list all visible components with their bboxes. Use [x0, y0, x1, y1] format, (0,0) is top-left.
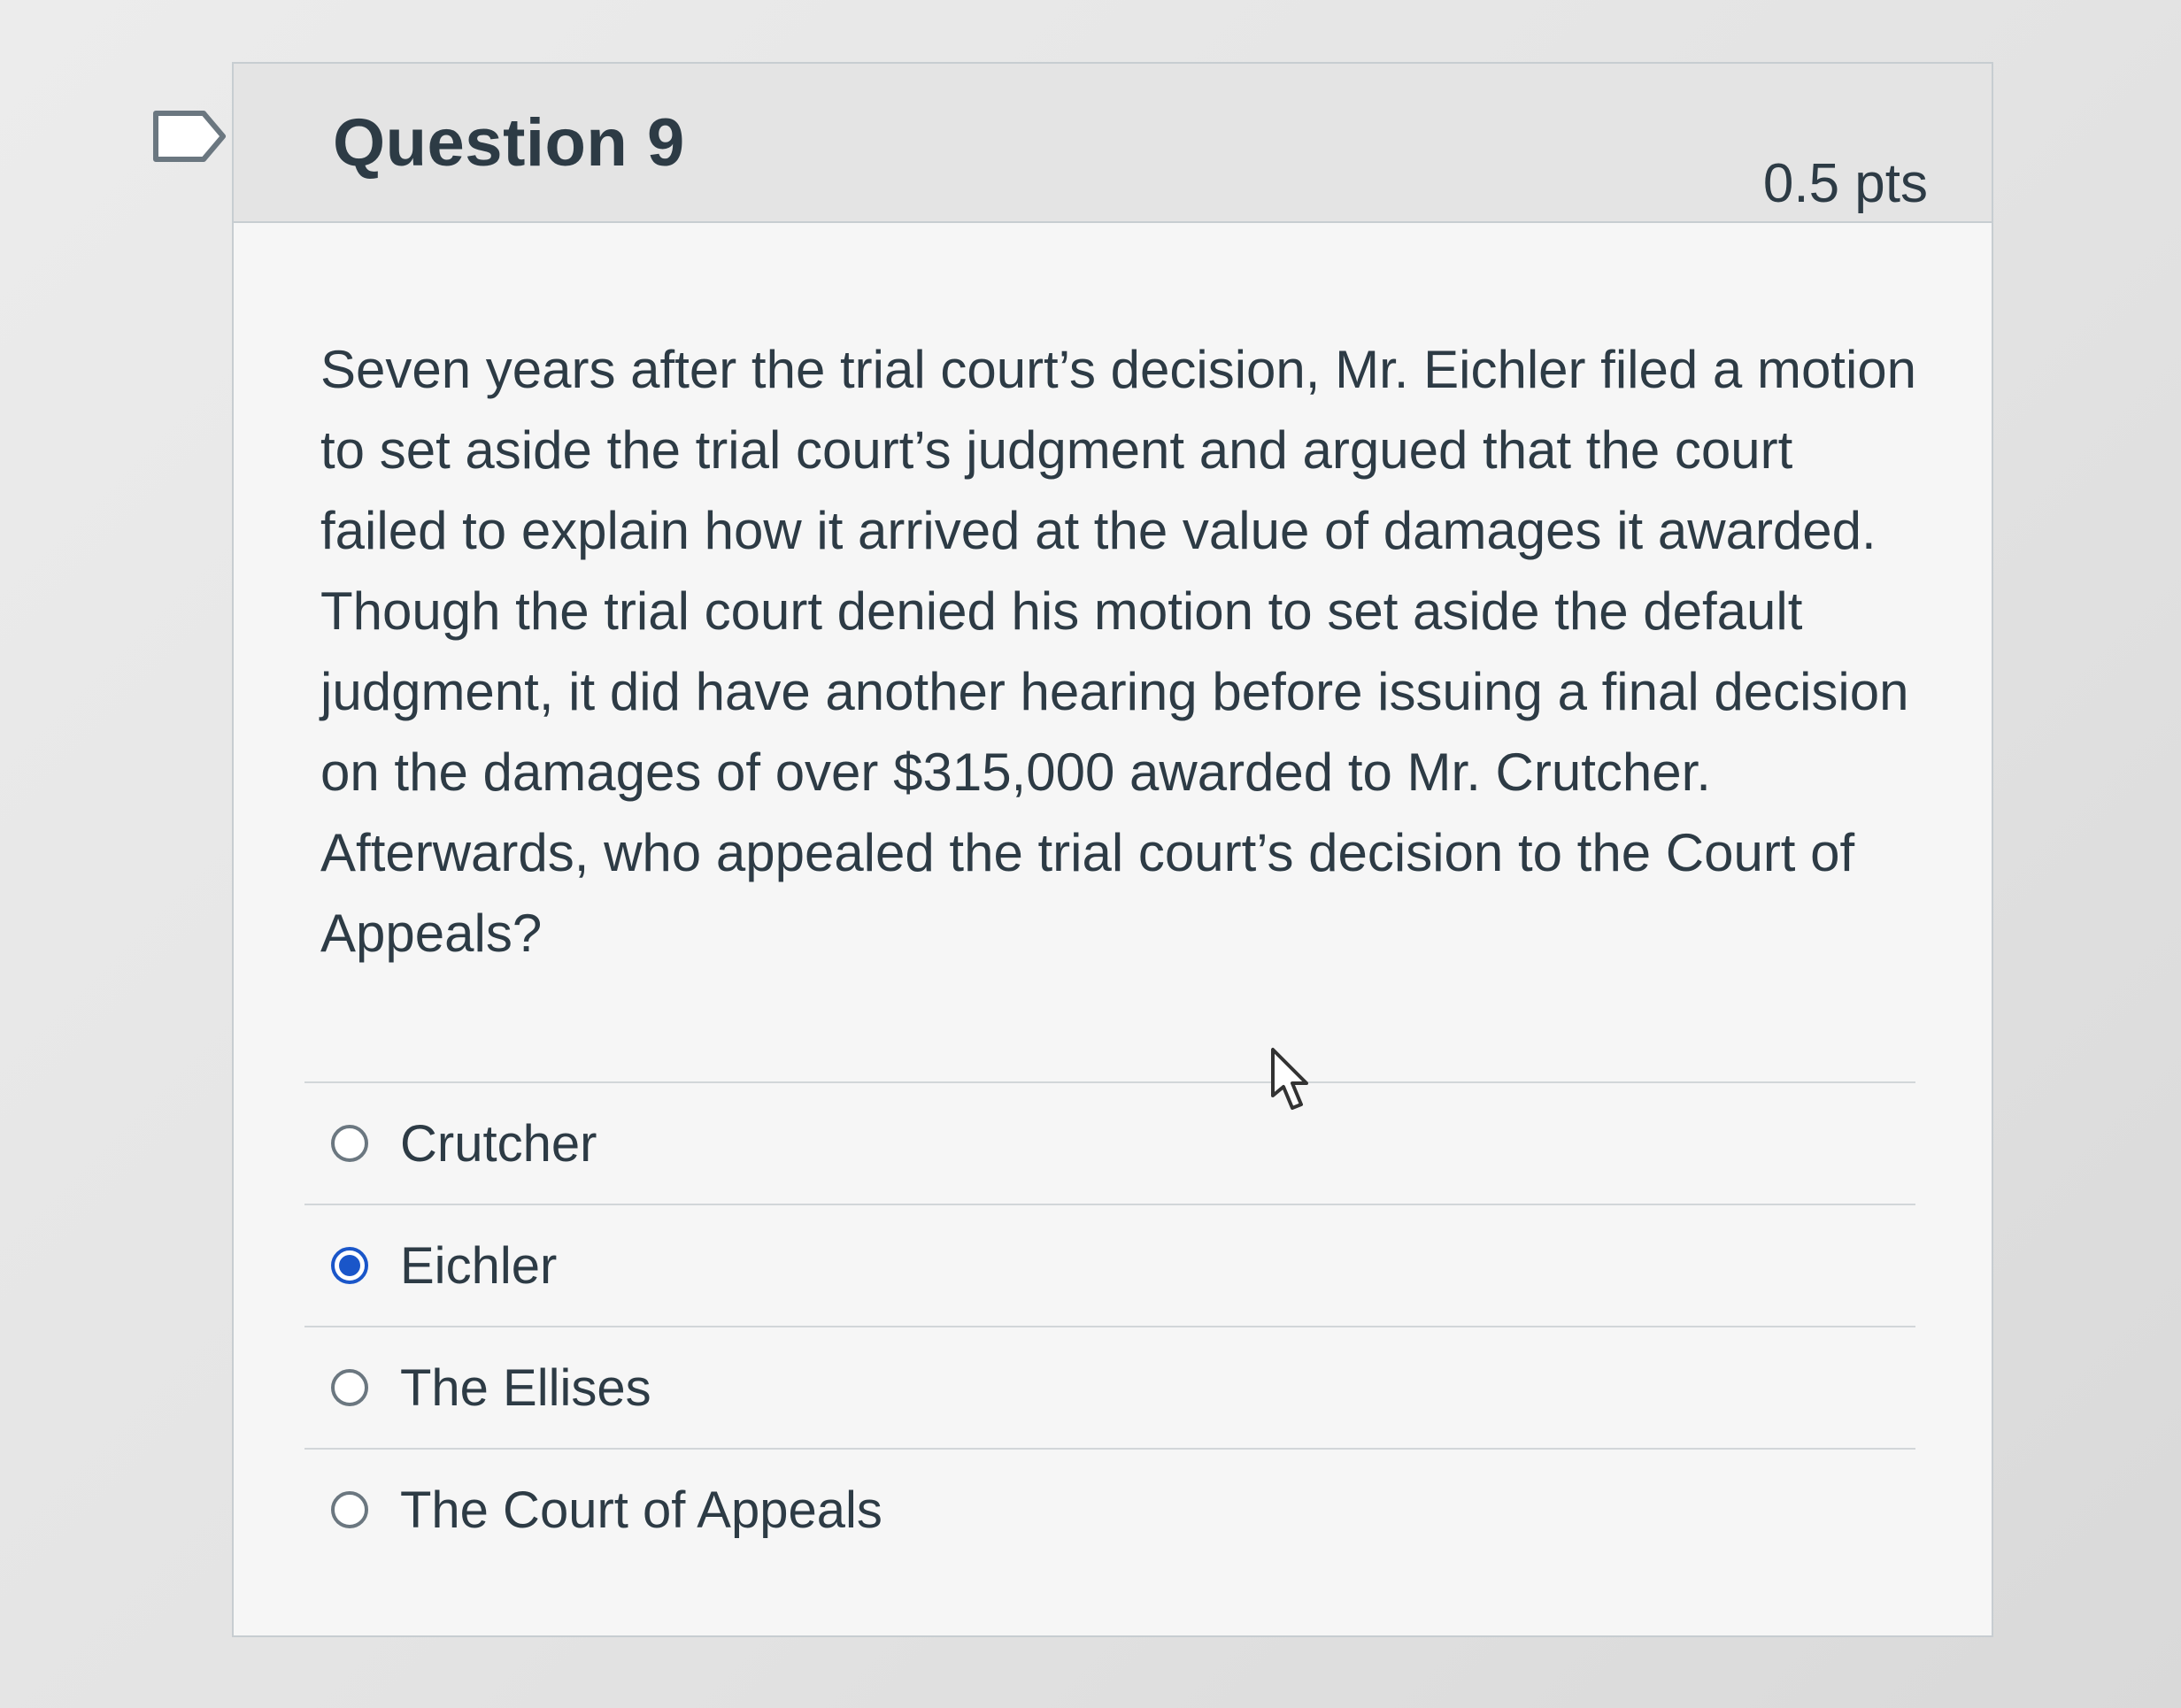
mouse-pointer-icon — [1268, 1046, 1317, 1113]
flag-question-icon[interactable] — [152, 110, 227, 163]
question-text: Seven years after the trial court’s deci… — [320, 340, 1917, 963]
answer-option-the-ellises[interactable]: The Ellises — [304, 1327, 1915, 1450]
question-card: Question 9 0.5 pts Seven years after the… — [232, 62, 1993, 1637]
answer-option-crutcher[interactable]: Crutcher — [304, 1083, 1915, 1205]
question-header: Question 9 0.5 pts — [234, 64, 1992, 223]
radio-button[interactable] — [331, 1491, 368, 1528]
answer-label: The Court of Appeals — [400, 1481, 882, 1539]
radio-button-selected[interactable] — [331, 1247, 368, 1284]
question-points: 0.5 pts — [1762, 153, 1928, 214]
radio-button[interactable] — [331, 1125, 368, 1162]
answer-label: Crutcher — [400, 1114, 597, 1173]
answer-label: The Ellises — [400, 1358, 651, 1417]
radio-button[interactable] — [331, 1369, 368, 1406]
answer-list: Crutcher Eichler The Ellises The Court o… — [304, 1081, 1915, 1570]
answer-option-eichler[interactable]: Eichler — [304, 1205, 1915, 1327]
question-title: Question 9 — [333, 105, 685, 181]
answer-option-court-of-appeals[interactable]: The Court of Appeals — [304, 1450, 1915, 1570]
answer-label: Eichler — [400, 1236, 558, 1295]
